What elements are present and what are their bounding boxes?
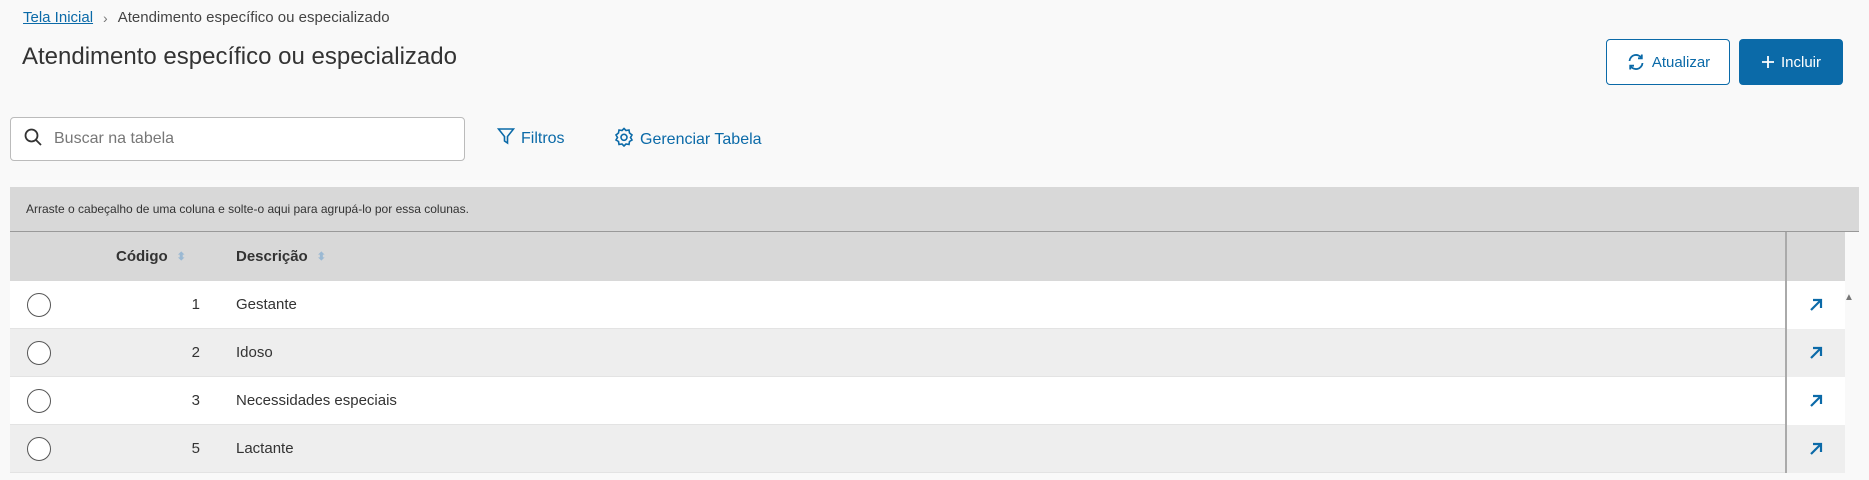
cell-description: Lactante: [236, 440, 294, 457]
group-drop-area[interactable]: Arraste o cabeçalho de uma coluna e solt…: [10, 187, 1859, 232]
open-record-button[interactable]: [1785, 328, 1845, 377]
filters-label: Filtros: [521, 129, 565, 147]
grid-header: Código ⬍ Descrição ⬍: [10, 232, 1795, 281]
breadcrumb-separator: ›: [103, 9, 108, 26]
column-header-description[interactable]: Descrição ⬍: [236, 248, 326, 265]
cell-code: 3: [191, 392, 200, 409]
open-record-button[interactable]: [1785, 280, 1845, 329]
breadcrumb-current: Atendimento específico ou especializado: [117, 9, 390, 26]
table-row[interactable]: 3 Necessidades especiais: [10, 376, 1845, 425]
refresh-button[interactable]: Atualizar: [1606, 39, 1730, 85]
arrow-up-right-icon: [1810, 298, 1823, 311]
gear-icon: [614, 127, 634, 152]
breadcrumb-home-link[interactable]: Tela Inicial: [23, 9, 93, 26]
column-header-code[interactable]: Código ⬍: [116, 248, 186, 265]
cell-code: 2: [191, 344, 200, 361]
open-record-button[interactable]: [1785, 376, 1845, 425]
search-box[interactable]: [10, 117, 465, 161]
manage-table-button[interactable]: Gerenciar Tabela: [614, 127, 762, 152]
actions-column-header: [1785, 232, 1845, 281]
refresh-button-label: Atualizar: [1651, 53, 1711, 71]
search-icon: [24, 128, 42, 151]
breadcrumb: Tela Inicial › Atendimento específico ou…: [23, 9, 390, 26]
table-row[interactable]: 5 Lactante: [10, 424, 1845, 473]
sort-icon[interactable]: ⬍: [317, 250, 326, 263]
manage-table-label: Gerenciar Tabela: [640, 130, 762, 148]
cell-description: Idoso: [236, 344, 273, 361]
add-button[interactable]: Incluir: [1739, 39, 1843, 85]
row-select-radio[interactable]: [27, 436, 51, 461]
sort-icon[interactable]: ⬍: [177, 250, 186, 263]
arrow-up-right-icon: [1810, 394, 1823, 407]
open-record-button[interactable]: [1785, 424, 1845, 473]
arrow-up-right-icon: [1810, 346, 1823, 359]
search-input[interactable]: [54, 130, 434, 148]
cell-code: 1: [191, 296, 200, 313]
table-row[interactable]: 2 Idoso: [10, 328, 1845, 377]
arrow-up-right-icon: [1810, 442, 1823, 455]
page-title: Atendimento específico ou especializado: [22, 43, 457, 70]
cell-description: Necessidades especiais: [236, 392, 397, 409]
plus-icon: [1761, 55, 1775, 69]
column-header-description-label: Descrição: [236, 248, 308, 265]
row-select-radio[interactable]: [27, 292, 51, 317]
row-select-radio[interactable]: [27, 340, 51, 365]
data-grid: Arraste o cabeçalho de uma coluna e solt…: [10, 187, 1859, 473]
refresh-icon: [1626, 52, 1646, 72]
row-select-radio[interactable]: [27, 388, 51, 413]
filters-button[interactable]: Filtros: [496, 127, 565, 150]
column-header-code-label: Código: [116, 248, 168, 265]
filter-icon: [496, 127, 516, 150]
add-button-label: Incluir: [1780, 53, 1821, 71]
table-row[interactable]: 1 Gestante: [10, 280, 1845, 329]
cell-description: Gestante: [236, 296, 297, 313]
scroll-up-arrow-icon[interactable]: ▲: [1844, 292, 1854, 303]
cell-code: 5: [191, 440, 200, 457]
